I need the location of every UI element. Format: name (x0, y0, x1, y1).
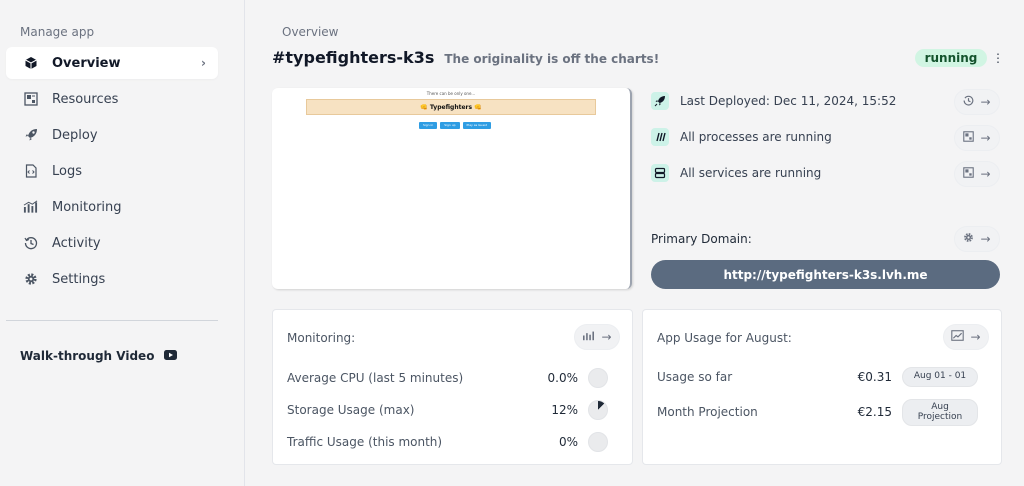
sidebar-item-label: Monitoring (52, 199, 122, 215)
sidebar-item-label: Settings (52, 271, 106, 287)
trend-chart-icon (951, 330, 965, 344)
sidebar-item-logs[interactable]: Logs (6, 155, 218, 187)
traffic-row: Traffic Usage (this month) 0% (287, 431, 620, 453)
bar-chart-icon (23, 200, 38, 215)
usage-so-far-row: Usage so far €0.31 Aug 01 - 01 (657, 366, 990, 388)
page-title: #typefighters-k3s (272, 48, 435, 67)
processes-icon (651, 128, 669, 146)
last-deployed-row: Last Deployed: Dec 11, 2024, 15:52 → (651, 89, 1000, 115)
cube-icon (23, 56, 38, 71)
primary-domain-link[interactable]: http://typefighters-k3s.lvh.me (651, 260, 1000, 289)
processes-link-button[interactable]: → (954, 125, 1000, 151)
sidebar-item-overview[interactable]: Overview › (6, 47, 218, 79)
title-row: #typefighters-k3s The originality is off… (272, 48, 659, 67)
arrow-right-icon: → (980, 167, 991, 181)
month-projection-row: Month Projection €2.15 Aug Projection (657, 398, 990, 426)
chevron-right-icon: › (201, 56, 206, 70)
cpu-label: Average CPU (last 5 minutes) (287, 371, 464, 385)
more-options-icon[interactable]: ⋮ (992, 51, 1004, 65)
preview-guest-button: Play as Guest (462, 122, 491, 129)
traffic-pie-chart (588, 432, 608, 452)
sidebar-item-monitoring[interactable]: Monitoring (6, 191, 218, 223)
arrow-right-icon: → (980, 95, 991, 109)
traffic-label: Traffic Usage (this month) (287, 435, 443, 449)
storage-pie-chart (588, 400, 608, 420)
usage-so-far-value: €0.31 (857, 370, 892, 384)
usage-title: App Usage for August: (657, 331, 792, 345)
traffic-value: 0% (558, 435, 578, 449)
sidebar: Manage app Overview › Resources Deploy L (0, 0, 245, 486)
processes-row: All processes are running → (651, 125, 1000, 151)
usage-period-badge: Aug 01 - 01 (902, 367, 978, 387)
sidebar-item-label: Resources (52, 91, 119, 107)
resources-icon (23, 92, 38, 107)
services-row: All services are running → (651, 161, 1000, 187)
walkthrough-video-link[interactable]: Walk-through Video (20, 349, 178, 363)
preview-sign-in-button: Sign in (419, 122, 438, 129)
monitoring-title: Monitoring: (287, 331, 356, 345)
bar-chart-icon (582, 330, 595, 344)
cpu-row: Average CPU (last 5 minutes) 0.0% (287, 367, 620, 389)
month-projection-value: €2.15 (857, 405, 892, 419)
arrow-right-icon: → (970, 330, 981, 344)
sidebar-item-activity[interactable]: Activity (6, 227, 218, 259)
processes-text: All processes are running (680, 130, 832, 144)
services-text: All services are running (680, 166, 822, 180)
status-badge: running (915, 49, 987, 67)
sidebar-item-label: Logs (52, 163, 82, 179)
sidebar-item-label: Deploy (52, 127, 98, 143)
history-icon (963, 95, 974, 109)
projection-badge: Aug Projection (902, 399, 978, 426)
services-icon (651, 164, 669, 182)
youtube-icon (164, 349, 178, 363)
cpu-value: 0.0% (547, 371, 579, 385)
preview-banner: 👊 Typefighters 👊 (306, 99, 596, 115)
last-deployed-text: Last Deployed: Dec 11, 2024, 15:52 (680, 94, 897, 108)
gear-icon (963, 232, 974, 246)
preview-top-text: There can be only one... (426, 91, 476, 96)
arrow-right-icon: → (601, 330, 612, 344)
history-icon (23, 236, 38, 251)
month-projection-label: Month Projection (657, 405, 758, 419)
sidebar-item-deploy[interactable]: Deploy (6, 119, 218, 151)
preview-buttons: Sign in Sign up Play as Guest (419, 122, 491, 129)
arrow-right-icon: → (980, 131, 991, 145)
activity-link-button[interactable]: → (954, 89, 1000, 115)
deploy-icon (651, 92, 669, 110)
monitoring-card: Monitoring: → Average CPU (last 5 minute… (272, 309, 633, 465)
app-preview[interactable]: There can be only one... 👊 Typefighters … (272, 88, 632, 289)
primary-domain-label: Primary Domain: (651, 232, 752, 246)
preview-sign-up-button: Sign up (440, 122, 460, 129)
cpu-pie-chart (588, 368, 608, 388)
monitoring-link-button[interactable]: → (574, 324, 620, 350)
sidebar-nav: Overview › Resources Deploy Logs Monitor… (6, 47, 218, 299)
logs-icon (23, 164, 38, 179)
app-usage-card: App Usage for August: → Usage so far €0.… (642, 309, 1002, 465)
usage-so-far-label: Usage so far (657, 370, 733, 384)
storage-label: Storage Usage (max) (287, 403, 415, 417)
services-link-button[interactable]: → (954, 161, 1000, 187)
gear-icon (23, 272, 38, 287)
usage-link-button[interactable]: → (943, 324, 989, 350)
walkthrough-label: Walk-through Video (20, 349, 155, 363)
arrow-right-icon: → (980, 232, 991, 246)
storage-value: 12% (551, 403, 578, 417)
sidebar-item-resources[interactable]: Resources (6, 83, 218, 115)
app-tagline: The originality is off the charts! (444, 52, 660, 66)
resources-icon (963, 167, 975, 181)
sidebar-item-label: Overview (52, 55, 121, 71)
breadcrumb: Overview (282, 25, 339, 39)
resources-icon (963, 131, 975, 145)
sidebar-divider (6, 320, 218, 321)
sidebar-item-settings[interactable]: Settings (6, 263, 218, 295)
storage-row: Storage Usage (max) 12% (287, 399, 620, 421)
domain-settings-button[interactable]: → (954, 226, 1000, 252)
rocket-icon (23, 128, 38, 143)
sidebar-heading: Manage app (20, 25, 95, 39)
sidebar-item-label: Activity (52, 235, 101, 251)
